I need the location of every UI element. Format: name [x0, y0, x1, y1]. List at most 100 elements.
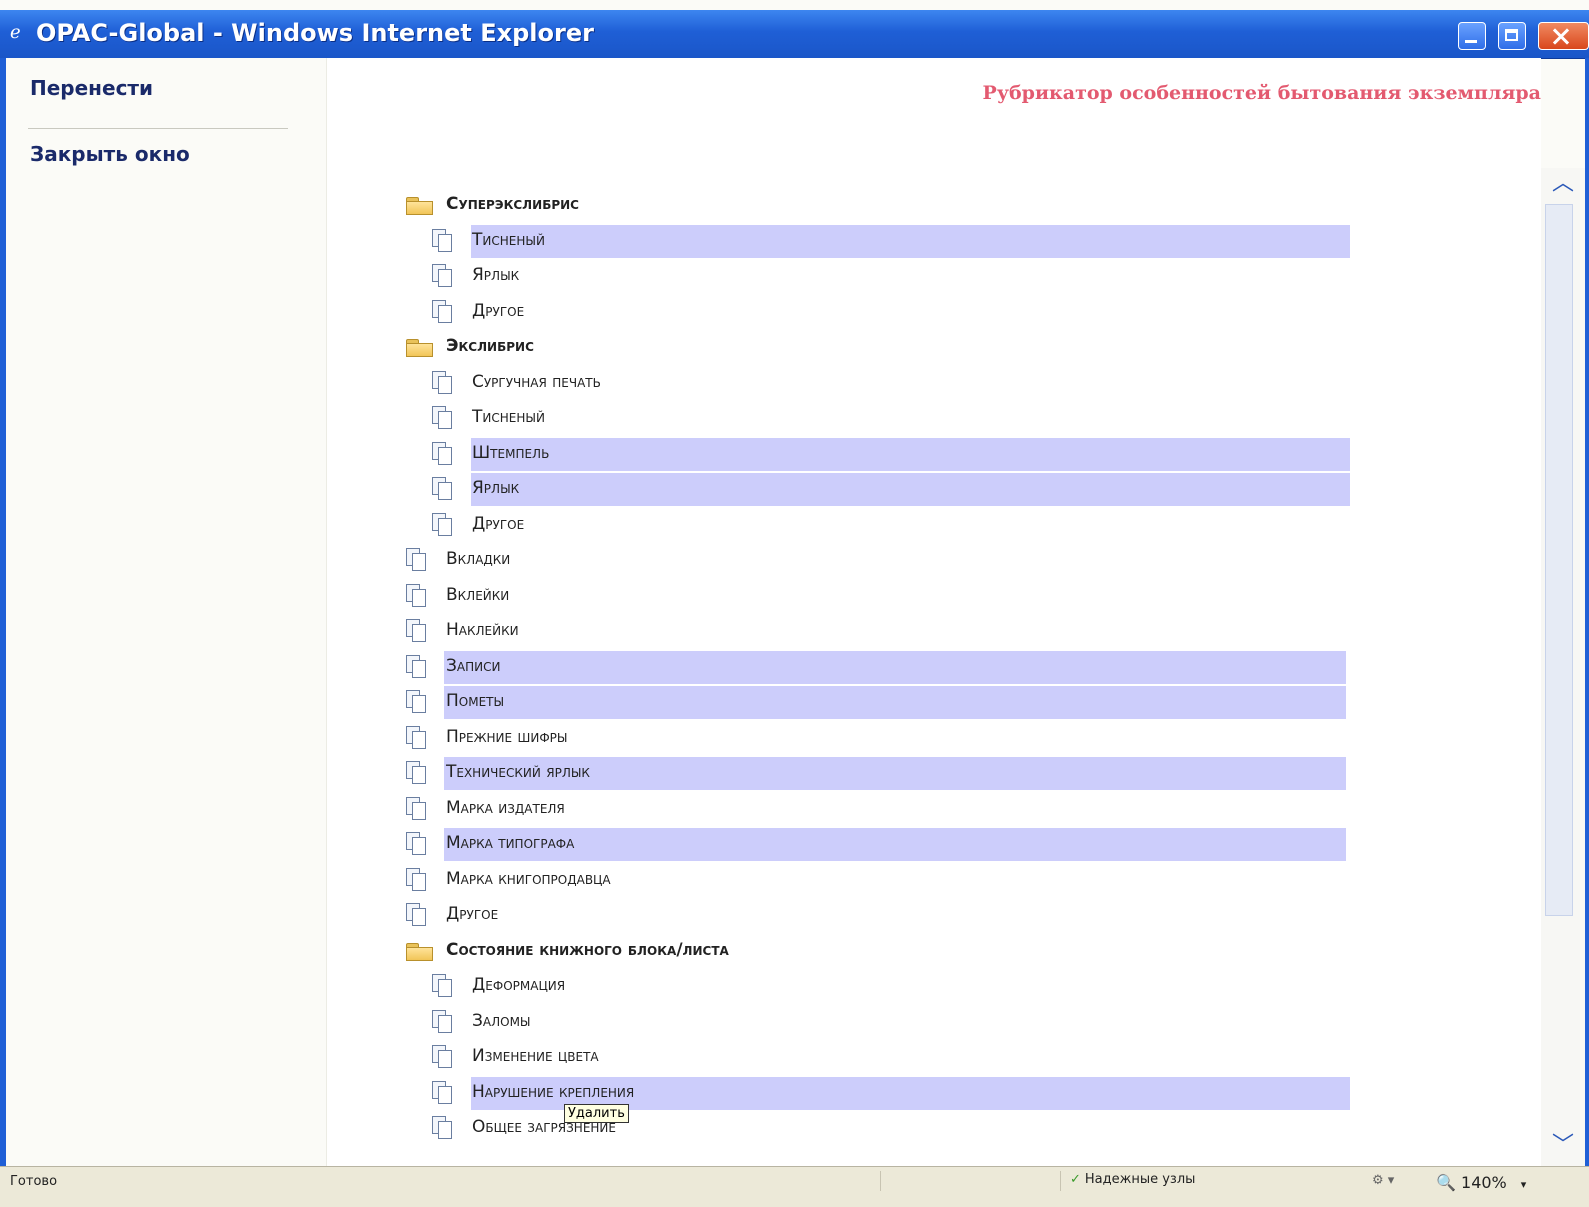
tree-item-label: Наклейки	[446, 620, 519, 640]
tree-item[interactable]: Прежние шифры	[327, 721, 1287, 755]
tree-item-label: Марка книгопродавца	[446, 869, 611, 889]
tree-item-label: Другое	[472, 301, 525, 321]
tree-item-label: Состояние книжного блока/листа	[446, 940, 729, 960]
document-icon	[432, 513, 454, 537]
window-title-bar[interactable]: ℯ OPAC-Global - Windows Internet Explore…	[0, 10, 1589, 59]
window-border-right	[1585, 58, 1589, 1166]
scroll-down-icon[interactable]: ﹀	[1551, 1134, 1575, 1158]
tree-item[interactable]: Ярлык	[327, 472, 1350, 506]
zoom-level: 140%	[1461, 1173, 1507, 1192]
tree-item-label: Другое	[446, 904, 499, 924]
sidebar-divider	[28, 128, 288, 129]
tree-item[interactable]: Сургучная печать	[327, 366, 1287, 400]
document-icon	[432, 1116, 454, 1140]
tree-item[interactable]: Другое	[327, 898, 1287, 932]
tree-item-label: Изменение цвета	[472, 1046, 599, 1066]
selection-highlight	[444, 651, 1346, 684]
document-icon	[406, 832, 428, 856]
main-content: Рубрикатор особенностей бытования экземп…	[327, 58, 1541, 1166]
tree-item[interactable]: Другое	[327, 295, 1287, 329]
document-icon	[432, 371, 454, 395]
tree-item-label: Тисненый	[472, 407, 545, 427]
tree-item-label: Суперэкслибрис	[446, 194, 579, 214]
scrollbar-thumb[interactable]	[1545, 204, 1573, 916]
maximize-button[interactable]	[1498, 22, 1526, 50]
status-separator	[1060, 1171, 1061, 1191]
zoom-icon: 🔍	[1436, 1173, 1456, 1192]
tree-item[interactable]: Марка типографа	[327, 827, 1346, 861]
document-icon	[432, 442, 454, 466]
tree-item-label: Заломы	[472, 1011, 531, 1031]
tree-item[interactable]: Записи	[327, 650, 1346, 684]
scroll-up-icon[interactable]: ︿	[1551, 172, 1575, 196]
delete-tooltip: Удалить	[564, 1104, 629, 1123]
tree-item[interactable]: Заломы	[327, 1005, 1287, 1039]
tree-item-label: Деформация	[472, 975, 566, 995]
selection-highlight	[471, 225, 1350, 258]
status-text: Готово	[10, 1174, 58, 1189]
tree-item[interactable]: Штемпель	[327, 437, 1350, 471]
zoom-dropdown-icon: ▾	[1520, 1178, 1527, 1191]
document-icon	[406, 548, 428, 572]
tree-item[interactable]: Тисненый	[327, 401, 1287, 435]
minimize-button[interactable]	[1458, 22, 1486, 50]
tree-item[interactable]: Другое	[327, 508, 1287, 542]
document-icon	[432, 1045, 454, 1069]
document-icon	[406, 655, 428, 679]
tree-item[interactable]: Тисненый	[327, 224, 1350, 258]
document-icon	[432, 1081, 454, 1105]
tree-item-label: Прежние шифры	[446, 727, 568, 747]
window-title: OPAC-Global - Windows Internet Explorer	[36, 19, 594, 47]
tree-folder[interactable]: Состояние книжного блока/листа	[327, 934, 1287, 968]
sidebar: Перенести Закрыть окно	[6, 58, 327, 1166]
document-icon	[432, 1010, 454, 1034]
tree-item-label: Технический ярлык	[446, 762, 590, 782]
security-zone-label: Надежные узлы	[1084, 1172, 1196, 1187]
document-icon	[432, 264, 454, 288]
tree-item[interactable]: Изменение цвета	[327, 1040, 1287, 1074]
tree-item-label: Штемпель	[472, 443, 550, 463]
document-icon	[406, 690, 428, 714]
close-window-button[interactable]	[1538, 22, 1589, 50]
tree-item[interactable]: Ярлык	[327, 259, 1287, 293]
tree-item-label: Тисненый	[472, 230, 545, 250]
check-icon: ✓	[1070, 1172, 1081, 1187]
folder-icon	[406, 335, 433, 359]
move-link[interactable]: Перенести	[30, 76, 153, 100]
document-icon	[406, 761, 428, 785]
protected-mode-icon[interactable]: ⚙ ▾	[1372, 1173, 1394, 1188]
tree-item-label: Экслибрис	[446, 336, 534, 356]
tree-item[interactable]: Технический ярлык	[327, 756, 1346, 790]
page-title: Рубрикатор особенностей бытования экземп…	[982, 82, 1541, 104]
document-icon	[406, 726, 428, 750]
tree-item[interactable]: Наклейки	[327, 614, 1287, 648]
ie-icon: ℯ	[10, 22, 21, 43]
document-icon	[432, 300, 454, 324]
tree-item[interactable]: Марка книгопродавца	[327, 863, 1287, 897]
document-icon	[406, 584, 428, 608]
zoom-control[interactable]: 🔍 140% ▾	[1436, 1173, 1526, 1192]
tree-item-label: Вкладки	[446, 549, 511, 569]
tree-item-label: Марка типографа	[446, 833, 575, 853]
folder-icon	[406, 939, 433, 963]
tree-item[interactable]: Марка издателя	[327, 792, 1287, 826]
tree-folder[interactable]: Экслибрис	[327, 330, 1287, 364]
selection-highlight	[444, 686, 1346, 719]
tree-item[interactable]: Вклейки	[327, 579, 1287, 613]
tree-item[interactable]: Нарушение крепления	[327, 1076, 1350, 1110]
vertical-scrollbar[interactable]: ︿ ﹀	[1541, 168, 1585, 1166]
tree-item-label: Пометы	[446, 691, 505, 711]
tree-item[interactable]: Деформация	[327, 969, 1287, 1003]
tree-item-label: Записи	[446, 656, 501, 676]
tree-item[interactable]: Общее загрязнение	[327, 1111, 1287, 1145]
tree-item[interactable]: Пометы	[327, 685, 1346, 719]
security-zone[interactable]: ✓ Надежные узлы	[1070, 1172, 1195, 1187]
tree-folder[interactable]: Суперэкслибрис	[327, 188, 1287, 222]
selection-highlight	[471, 473, 1350, 506]
tree-item-label: Вклейки	[446, 585, 510, 605]
document-icon	[406, 903, 428, 927]
status-bar: Готово ✓ Надежные узлы ⚙ ▾ 🔍 140% ▾	[0, 1166, 1589, 1207]
tree-item[interactable]: Вкладки	[327, 543, 1287, 577]
document-icon	[432, 974, 454, 998]
close-window-link[interactable]: Закрыть окно	[30, 142, 190, 166]
